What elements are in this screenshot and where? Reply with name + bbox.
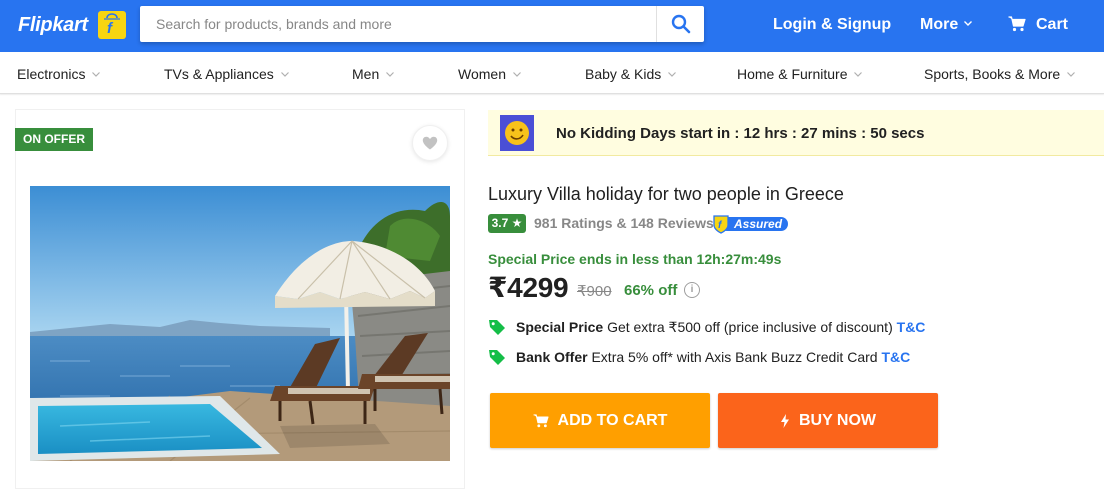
- search-icon: [671, 14, 690, 34]
- cart-icon: [533, 413, 549, 427]
- flipkart-assured-badge: f Assured: [712, 214, 789, 234]
- more-menu[interactable]: More: [920, 16, 973, 34]
- countdown-text: No Kidding Days start in : 12 hrs : 27 m…: [556, 125, 925, 142]
- category-label: Sports, Books & More: [924, 66, 1061, 82]
- add-to-cart-label: ADD TO CART: [557, 411, 668, 429]
- category-nav: Electronics TVs & Appliances Men Women B…: [0, 52, 1104, 94]
- product-title: Luxury Villa holiday for two people in G…: [488, 184, 844, 204]
- category-women[interactable]: Women: [458, 66, 521, 82]
- offer-label: Special Price: [516, 319, 604, 335]
- category-electronics[interactable]: Electronics: [17, 66, 101, 82]
- logo-text: Flipkart: [18, 14, 88, 36]
- lightning-icon: [780, 413, 789, 428]
- special-price-timer: Special Price ends in less than 12h:27m:…: [488, 251, 782, 267]
- search-button[interactable]: [656, 6, 704, 42]
- chevron-down-icon: [964, 21, 973, 26]
- category-baby-kids[interactable]: Baby & Kids: [585, 66, 677, 82]
- chevron-down-icon: [513, 72, 521, 77]
- cart-icon: [1008, 16, 1026, 32]
- category-men[interactable]: Men: [352, 66, 395, 82]
- product-image[interactable]: [30, 186, 450, 461]
- offer-text: Extra 5% off* with Axis Bank Buzz Credit…: [591, 349, 878, 365]
- buy-now-button[interactable]: BUY NOW: [718, 393, 938, 448]
- top-header: Flipkart f Login & Signup More Cart: [0, 0, 1104, 52]
- cart-link[interactable]: Cart: [1008, 16, 1068, 34]
- deal-countdown-banner: No Kidding Days start in : 12 hrs : 27 m…: [488, 110, 1104, 156]
- terms-link[interactable]: T&C: [897, 319, 926, 335]
- assured-label: Assured: [734, 217, 783, 231]
- category-home-furniture[interactable]: Home & Furniture: [737, 66, 863, 82]
- category-label: TVs & Appliances: [164, 66, 274, 82]
- on-offer-badge: ON OFFER: [15, 128, 93, 151]
- category-tvs-appliances[interactable]: TVs & Appliances: [164, 66, 289, 82]
- rating-badge[interactable]: 3.7 ★: [488, 214, 526, 233]
- chevron-down-icon: [668, 72, 677, 77]
- category-label: Men: [352, 66, 380, 82]
- ratings-reviews-count[interactable]: 981 Ratings & 148 Reviews: [534, 215, 714, 231]
- offer-tag-icon: [489, 350, 505, 365]
- wishlist-button[interactable]: [412, 125, 448, 161]
- offer-tag-icon: [489, 320, 505, 335]
- heart-icon: [422, 136, 438, 150]
- chevron-down-icon: [1067, 72, 1076, 77]
- search-bar: [140, 6, 704, 42]
- chevron-down-icon: [92, 72, 101, 77]
- chevron-down-icon: [854, 72, 863, 77]
- terms-link[interactable]: T&C: [881, 349, 910, 365]
- category-sports-books-more[interactable]: Sports, Books & More: [924, 66, 1076, 82]
- original-price: ₹900: [577, 283, 612, 300]
- chevron-down-icon: [280, 72, 289, 77]
- offer-text: Get extra ₹500 off (price inclusive of d…: [607, 319, 893, 335]
- add-to-cart-button[interactable]: ADD TO CART: [490, 393, 710, 448]
- offer-label: Bank Offer: [516, 349, 588, 365]
- category-label: Women: [458, 66, 506, 82]
- price-info-icon[interactable]: i: [684, 282, 700, 298]
- buy-now-label: BUY NOW: [798, 411, 877, 429]
- flipkart-logo-icon: f: [98, 11, 126, 39]
- discount-percent: 66% off: [624, 282, 678, 299]
- category-label: Baby & Kids: [585, 66, 662, 82]
- smiley-icon: [500, 115, 534, 151]
- category-label: Home & Furniture: [737, 66, 848, 82]
- login-signup-link[interactable]: Login & Signup: [773, 16, 891, 34]
- category-label: Electronics: [17, 66, 86, 82]
- chevron-down-icon: [386, 72, 395, 77]
- cart-label: Cart: [1036, 16, 1069, 33]
- selling-price: ₹4299: [488, 272, 569, 303]
- search-input[interactable]: [140, 6, 656, 42]
- more-label: More: [920, 16, 959, 33]
